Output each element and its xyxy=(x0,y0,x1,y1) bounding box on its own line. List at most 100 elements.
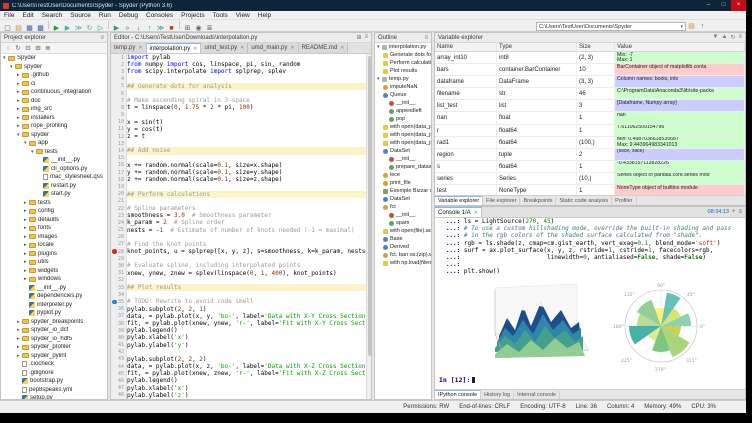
pane-options-icon[interactable]: ≡ xyxy=(364,34,368,41)
gutter-line[interactable]: 18 xyxy=(111,176,126,183)
outline-item[interactable]: spam xyxy=(375,219,431,227)
gutter-line[interactable]: 11 xyxy=(111,126,126,133)
code-line[interactable]: y = cos(t) xyxy=(127,126,366,133)
code-line[interactable]: pylab.ylabel('y') xyxy=(127,342,366,349)
pane-options-icon[interactable]: ≡ xyxy=(738,209,742,215)
tree-item[interactable]: ▸config xyxy=(1,207,107,216)
code-line[interactable]: # Spline parameters xyxy=(127,205,366,212)
tree-item[interactable]: bootstrap.py xyxy=(1,377,107,386)
outline-item[interactable]: print_file xyxy=(375,179,431,187)
close-tab-icon[interactable]: ✕ xyxy=(138,45,142,51)
code-line[interactable]: # Evaluate spline, including interpolate… xyxy=(127,262,366,269)
code-line[interactable]: ## Plot results xyxy=(127,284,366,291)
outline-item[interactable]: with open(data_path + output_file_na... xyxy=(375,139,431,147)
tree-item[interactable]: start.py xyxy=(1,190,107,199)
tree-item[interactable]: pep8speaks.yml xyxy=(1,386,107,395)
code-line[interactable]: smoothness = 3.0 # Smoothness parameter xyxy=(127,212,366,219)
code-line[interactable] xyxy=(127,140,366,147)
gutter-line[interactable]: 13 xyxy=(111,140,126,147)
code-line[interactable]: ## Perform calculations xyxy=(127,191,366,198)
code-line[interactable]: t = linspace(0, 1.75 * 2 * pi, 100) xyxy=(127,104,366,111)
new-console-icon[interactable]: + xyxy=(732,209,736,215)
tree-item[interactable]: ▾spyder xyxy=(1,63,107,72)
outline-item[interactable]: __init__ xyxy=(375,155,431,163)
code-line[interactable]: # TODO: Rewrite to avoid code smell xyxy=(127,298,366,305)
code-line[interactable]: # Make ascending spiral in 3-space xyxy=(127,97,366,104)
code-line[interactable] xyxy=(127,90,366,97)
editor-scrollbar[interactable] xyxy=(366,54,371,399)
gutter-line[interactable]: 22 xyxy=(111,205,126,212)
gutter-line[interactable]: 23 xyxy=(111,212,126,219)
code-line[interactable]: data, = pylab.plot(x, y, 'bo-', label='D… xyxy=(127,313,366,320)
variable-row[interactable]: filenamestr46C:\ProgramData\Anaconda3\li… xyxy=(435,88,745,100)
code-line[interactable]: z = t xyxy=(127,133,366,140)
tree-item[interactable]: ▸fonts xyxy=(1,224,107,233)
variable-row[interactable]: dataframeDataFrame(3, 3)Column names: bo… xyxy=(435,76,745,88)
tree-item[interactable]: ▸continuous_integration xyxy=(1,88,107,97)
console-tab[interactable]: Console 1/A✕ xyxy=(435,207,482,217)
close-button[interactable]: × xyxy=(731,0,746,11)
gutter-line[interactable]: 46 xyxy=(111,377,126,384)
editor-tab-temp.py[interactable]: temp.py✕ xyxy=(111,43,147,53)
tree-item[interactable]: ▸plugins xyxy=(1,250,107,259)
tree-item[interactable]: ▸img_src xyxy=(1,105,107,114)
maximize-button[interactable]: □ xyxy=(716,0,731,11)
code-line[interactable]: xnew, ynew, znew = splev(linspace(0, 1, … xyxy=(127,270,366,277)
code-line[interactable]: data, = pylab.plot(x, z, 'bo-', label='D… xyxy=(127,363,366,370)
tree-item[interactable]: ▸doc xyxy=(1,97,107,106)
editor-gutter[interactable]: 1234567891011121314151617181920212223242… xyxy=(111,54,127,399)
gutter-line[interactable]: 36 xyxy=(111,306,126,313)
tree-item[interactable]: setup.py xyxy=(1,394,107,399)
tree-item[interactable]: ▾spyder xyxy=(1,131,107,140)
refresh-icon[interactable]: ↻ xyxy=(730,34,735,41)
tree-item[interactable]: .ciocheck xyxy=(1,360,107,369)
code-line[interactable] xyxy=(127,155,366,162)
pane-tab-file-explorer[interactable]: File explorer xyxy=(483,197,520,205)
code-line[interactable]: fit, = pylab.plot(xnew, znew, 'r-', labe… xyxy=(127,370,366,377)
outline-item[interactable]: with np.load(filename) as data: xyxy=(375,259,431,267)
working-directory-combobox[interactable]: C:\Users\TestUser\Documents\Spyder ▾ xyxy=(536,22,686,31)
tree-item[interactable]: ▸spyder_pylint xyxy=(1,352,107,361)
tree-item[interactable]: interpreter.py xyxy=(1,301,107,310)
gutter-line[interactable]: 26 xyxy=(111,234,126,241)
gutter-line[interactable]: 6 xyxy=(111,90,126,97)
menu-view[interactable]: View xyxy=(232,12,254,19)
close-tab-icon[interactable]: ✕ xyxy=(240,45,244,51)
refresh-icon[interactable]: ↻ xyxy=(13,43,23,54)
tree-item[interactable]: ▸locale xyxy=(1,241,107,250)
outline-item[interactable]: DataSet xyxy=(375,195,431,203)
code-line[interactable]: ## Generate dots for analysis xyxy=(127,83,366,90)
close-tab-icon[interactable]: ✕ xyxy=(290,45,294,51)
outline-item[interactable]: appendleft xyxy=(375,107,431,115)
code-line[interactable]: from numpy import cos, linspace, pi, sin… xyxy=(127,61,366,68)
gutter-line[interactable]: 48 xyxy=(111,392,126,399)
tree-item[interactable]: ▸spyder_io_dcf xyxy=(1,326,107,335)
collapse-all-icon[interactable]: ⊟ xyxy=(23,43,33,54)
code-line[interactable]: from scipy.interpolate import splprep, s… xyxy=(127,68,366,75)
outline-item[interactable]: prepare_dataset xyxy=(375,163,431,171)
pane-tab-breakpoints[interactable]: Breakpoints xyxy=(520,197,556,205)
tree-item[interactable]: restart.py xyxy=(1,182,107,191)
code-line[interactable]: pylab.subplot(2, 2, 2) xyxy=(127,356,366,363)
variable-row[interactable]: seriesSeries(10,)Series object of pandas… xyxy=(435,173,745,185)
tree-item[interactable]: dependencies.py xyxy=(1,292,107,301)
gutter-line[interactable]: 21 xyxy=(111,198,126,205)
bottom-tab-ipython-console[interactable]: IPython console xyxy=(435,390,481,399)
tree-item[interactable]: ▸windows xyxy=(1,275,107,284)
outline-item[interactable]: Derived xyxy=(375,243,431,251)
tree-item[interactable]: __init__.py xyxy=(1,284,107,293)
pane-options-icon[interactable]: ≡ xyxy=(738,34,742,41)
outline-item[interactable]: DataSet xyxy=(375,147,431,155)
variable-row[interactable]: testNoneType1NoneType object of builtins… xyxy=(435,185,745,195)
gutter-line[interactable]: 4 xyxy=(111,76,126,83)
outline-item[interactable]: Exemple Bizzar class xyxy=(375,187,431,195)
gutter-line[interactable]: 15 xyxy=(111,155,126,162)
gutter-line[interactable]: 39 xyxy=(111,327,126,334)
close-tab-icon[interactable]: ✕ xyxy=(340,45,344,51)
code-line[interactable] xyxy=(127,112,366,119)
variable-row[interactable]: barscontainer.BarContainer10BarContainer… xyxy=(435,64,745,76)
gutter-line[interactable]: 43 xyxy=(111,356,126,363)
tree-item[interactable]: ▸utils xyxy=(1,258,107,267)
close-tab-icon[interactable]: ✕ xyxy=(193,46,197,52)
code-line[interactable]: import pylab xyxy=(127,54,366,61)
